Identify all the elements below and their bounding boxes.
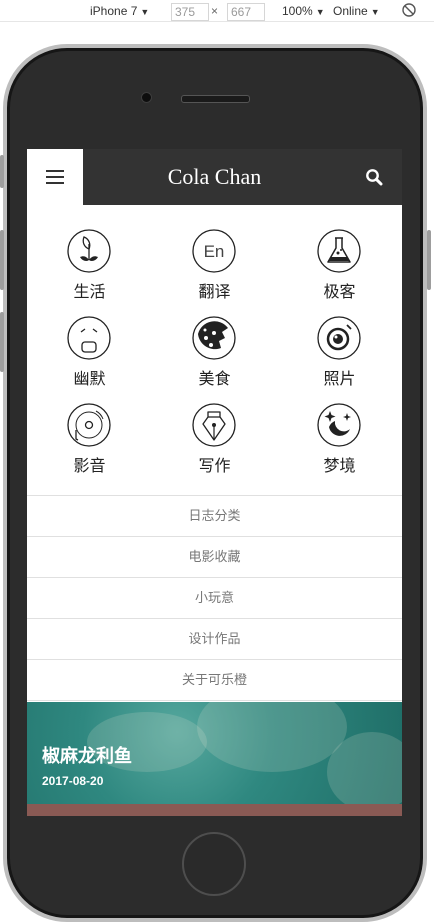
pen-nib-icon [192,403,236,447]
zoom-value: 100% [282,4,313,18]
flask-icon [317,229,361,273]
earpiece-speaker [181,95,250,103]
category-label: 影音 [73,458,106,475]
dropdown-caret-icon: ▼ [315,7,325,17]
category-life[interactable]: 生活 [27,205,152,301]
nav-link-categories[interactable]: 日志分类 [27,496,402,537]
width-input[interactable]: 375 [171,3,209,21]
nav-link-gadgets[interactable]: 小玩意 [27,578,402,619]
network-value: Online [333,4,368,18]
dropdown-caret-icon: ▼ [140,7,150,17]
nav-link-movies[interactable]: 电影收藏 [27,537,402,578]
cookie-icon [192,316,236,360]
height-input[interactable]: 667 [227,3,265,21]
category-translation[interactable]: En 翻译 [152,205,277,301]
volume-down-button [0,312,4,372]
category-dreams[interactable]: 梦境 [277,379,402,475]
category-writing[interactable]: 写作 [152,379,277,475]
hamburger-menu-icon[interactable] [27,149,83,205]
vinyl-record-icon [67,403,111,447]
category-photos[interactable]: 照片 [277,292,402,388]
search-icon[interactable] [364,167,386,189]
svg-text:En: En [204,242,225,261]
power-button [427,230,431,290]
category-geek[interactable]: 极客 [277,205,402,301]
category-food[interactable]: 美食 [152,292,277,388]
device-name: iPhone 7 [90,4,138,18]
site-title[interactable]: Cola Chan [83,149,346,205]
next-post-preview[interactable] [27,804,402,816]
category-media[interactable]: 影音 [27,379,152,475]
zoom-select[interactable]: 100% ▼ [282,3,325,19]
rotate-icon[interactable] [401,2,417,18]
nav-link-design[interactable]: 设计作品 [27,619,402,660]
network-select[interactable]: Online ▼ [333,3,380,19]
post-date: 2017-08-20 [42,774,104,788]
category-grid: 生活 En 翻译 极客 幽默 美食 照片 影音 写作 梦境 [27,205,402,496]
device-toolbar: iPhone 7 ▼ 375 × 667 100% ▼ Online ▼ [0,0,434,22]
dropdown-caret-icon: ▼ [370,7,380,17]
home-button[interactable] [182,832,246,896]
funny-face-icon [67,316,111,360]
sprout-icon [67,229,111,273]
volume-up-button [0,230,4,290]
post-image-texture [197,702,347,772]
front-camera [141,92,152,103]
category-label: 梦境 [323,458,356,475]
post-card[interactable]: 椒麻龙利鱼 2017-08-20 [27,702,402,804]
device-select[interactable]: iPhone 7 ▼ [90,3,149,19]
nav-links: 日志分类 电影收藏 小玩意 设计作品 关于可乐橙 [27,496,402,701]
category-label: 写作 [198,458,231,475]
post-title[interactable]: 椒麻龙利鱼 [42,742,132,768]
translate-icon: En [192,229,236,273]
camera-lens-icon [317,316,361,360]
mute-switch [0,155,4,188]
dimension-separator: × [211,4,219,18]
moon-stars-icon [317,403,361,447]
phone-screen: Cola Chan 生活 En 翻译 极客 幽默 美食 照片 影音 写作 梦境 … [27,149,402,816]
category-humor[interactable]: 幽默 [27,292,152,388]
nav-link-about[interactable]: 关于可乐橙 [27,660,402,701]
site-header: Cola Chan [27,149,402,205]
